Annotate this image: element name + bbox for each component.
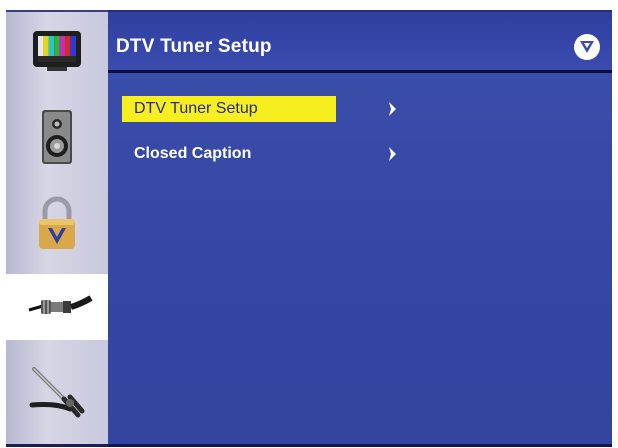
tv-menu-screen: DTV Tuner Setup DTV Tuner Setup Closed C… <box>0 0 618 448</box>
sidebar-item-tuner[interactable] <box>6 274 114 340</box>
menu-item-label: DTV Tuner Setup <box>122 96 336 122</box>
menu-panel: DTV Tuner Setup DTV Tuner Setup Closed C… <box>108 10 612 447</box>
sidebar-item-picture[interactable] <box>6 18 108 84</box>
page-title: DTV Tuner Setup <box>116 36 272 57</box>
sidebar-item-setup[interactable] <box>6 358 108 424</box>
category-sidebar <box>6 10 114 447</box>
tv-color-bars-icon <box>33 31 81 71</box>
chevron-right-icon <box>389 147 396 161</box>
speaker-icon <box>42 110 72 164</box>
menu-header: DTV Tuner Setup <box>108 12 612 73</box>
lock-icon <box>39 196 75 249</box>
tools-icon <box>29 367 85 418</box>
sidebar-item-lock[interactable] <box>6 190 108 256</box>
chevron-right-icon <box>389 102 396 116</box>
menu-item-dtv-tuner-setup[interactable]: DTV Tuner Setup <box>122 96 396 122</box>
sidebar-item-audio[interactable] <box>6 104 108 170</box>
menu-item-closed-caption[interactable]: Closed Caption <box>122 141 396 167</box>
coax-cable-icon <box>28 295 93 314</box>
menu-item-label: Closed Caption <box>134 145 252 162</box>
v-logo-icon <box>574 34 600 60</box>
